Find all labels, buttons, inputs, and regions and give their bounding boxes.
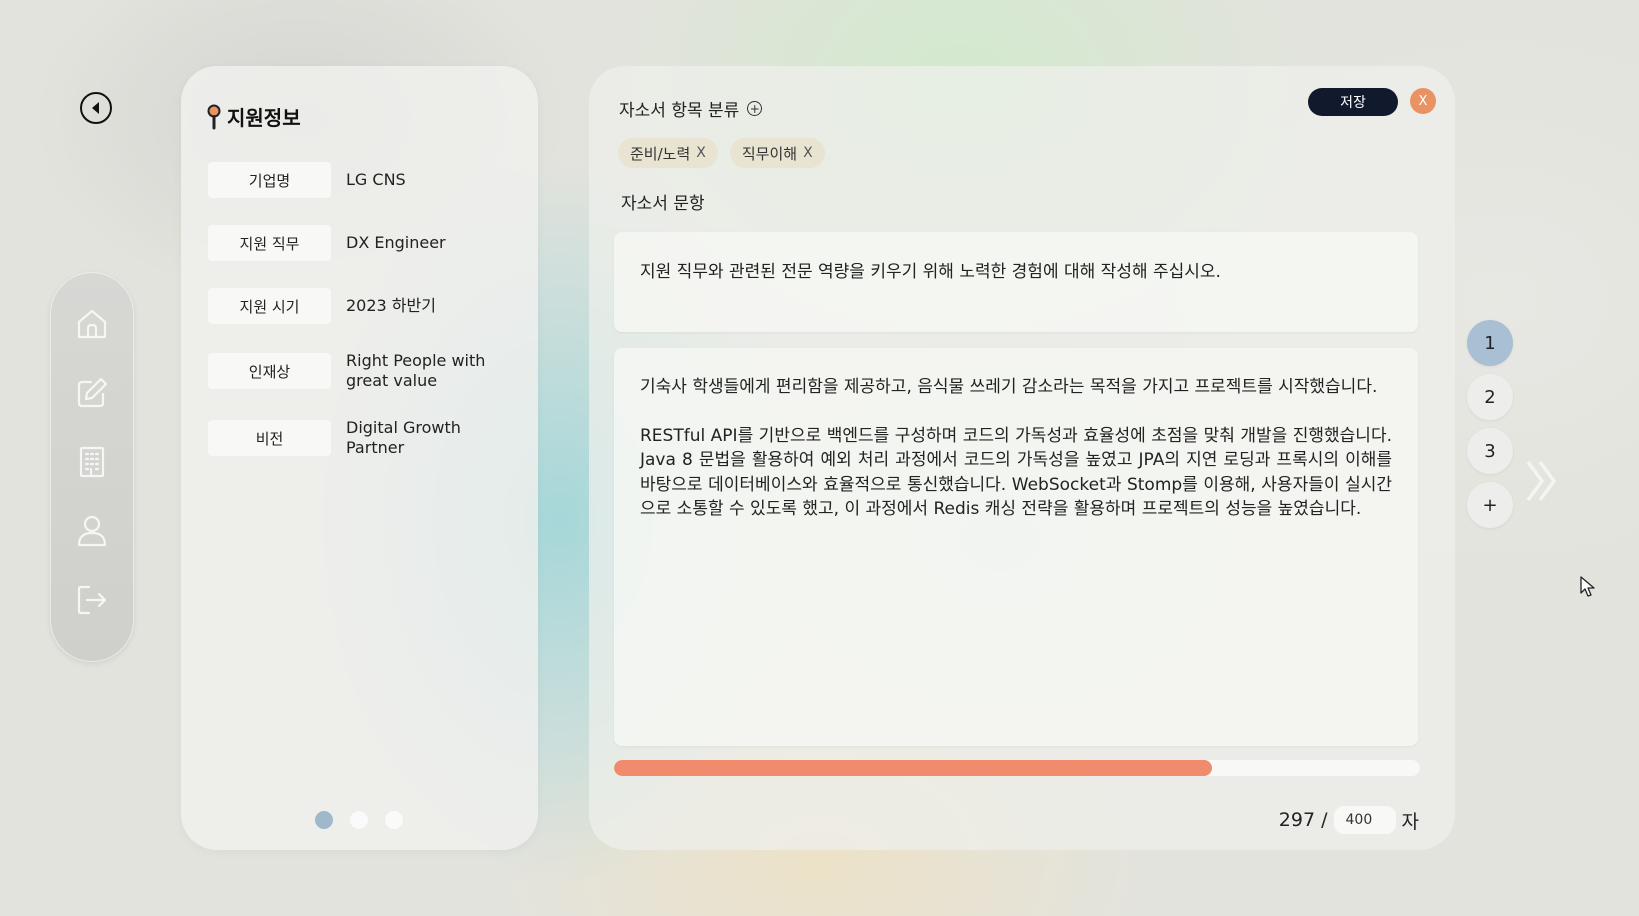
pin-icon	[207, 104, 221, 129]
answer-paragraph: 기숙사 학생들에게 편리함을 제공하고, 음식물 쓰레기 감소라는 목적을 가지…	[640, 377, 1378, 397]
category-tag: 준비/노력 X	[618, 138, 718, 168]
category-title-text: 자소서 항목 분류	[619, 101, 740, 121]
info-row-talent: 인재상 Right People with great value	[208, 351, 518, 391]
close-button[interactable]: X	[1410, 88, 1436, 114]
add-category-icon[interactable]: +	[747, 101, 763, 116]
carousel-dot[interactable]	[385, 811, 403, 829]
back-button[interactable]	[80, 92, 112, 124]
sidebar	[50, 272, 134, 662]
sidebar-item-profile[interactable]	[74, 513, 110, 549]
info-label: 지원 시기	[208, 288, 331, 324]
carousel-dot[interactable]	[315, 811, 333, 829]
char-limit-input[interactable]	[1333, 806, 1396, 834]
back-arrow-icon	[92, 102, 99, 114]
info-rows: 기업명 LG CNS 지원 직무 DX Engineer 지원 시기 2023 …	[208, 162, 518, 485]
sidebar-item-logout[interactable]	[74, 582, 110, 618]
carousel-dot[interactable]	[350, 811, 368, 829]
info-value: Digital Growth Partner	[346, 418, 461, 457]
info-row-period: 지원 시기 2023 하반기	[208, 288, 518, 324]
remove-tag-button[interactable]: X	[696, 145, 706, 161]
info-label: 비전	[208, 420, 331, 456]
info-label: 지원 직무	[208, 225, 331, 261]
save-button[interactable]: 저장	[1308, 88, 1398, 116]
page-button-2[interactable]: 2	[1467, 374, 1513, 420]
add-page-button[interactable]: +	[1467, 482, 1513, 528]
answer-paragraph: RESTful API를 기반으로 백엔드를 구성하며 코드의 가독성과 효율성…	[640, 425, 1392, 520]
info-value: Right People with great value	[346, 351, 486, 390]
info-title-text: 지원정보	[227, 106, 301, 130]
tag-label: 준비/노력	[630, 144, 691, 163]
mouse-cursor-icon	[1580, 576, 1595, 597]
question-page-nav: 1 2 3 +	[1467, 320, 1513, 528]
info-value: LG CNS	[346, 170, 406, 189]
category-tags: 준비/노력 X 직무이해 X	[618, 138, 825, 168]
answer-textarea[interactable]: 기숙사 학생들에게 편리함을 제공하고, 음식물 쓰레기 감소라는 목적을 가지…	[614, 348, 1418, 746]
char-progress-bar	[614, 760, 1420, 776]
carousel-dots	[315, 811, 403, 829]
question-label: 자소서 문항	[621, 194, 705, 214]
info-value: DX Engineer	[346, 233, 446, 252]
cover-letter-editor: 자소서 항목 분류 + 저장 X 준비/노력 X 직무이해 X 자소서 문항 지…	[589, 66, 1455, 850]
next-button[interactable]	[1524, 458, 1560, 504]
logout-icon	[77, 585, 107, 615]
user-icon	[77, 515, 107, 547]
page-button-3[interactable]: 3	[1467, 428, 1513, 474]
info-value: 2023 하반기	[346, 296, 436, 315]
char-unit: 자	[1401, 810, 1419, 833]
info-row-job: 지원 직무 DX Engineer	[208, 225, 518, 261]
page-button-1[interactable]: 1	[1467, 320, 1513, 366]
building-icon	[79, 446, 105, 478]
home-icon	[77, 309, 107, 339]
info-title: 지원정보	[207, 102, 301, 131]
remove-tag-button[interactable]: X	[803, 145, 813, 161]
sidebar-item-edit[interactable]	[74, 375, 110, 411]
category-title: 자소서 항목 분류 +	[619, 96, 763, 121]
sidebar-item-home[interactable]	[74, 306, 110, 342]
double-chevron-right-icon	[1526, 460, 1557, 502]
info-row-vision: 비전 Digital Growth Partner	[208, 418, 518, 458]
tag-label: 직무이해	[741, 144, 798, 163]
category-tag: 직무이해 X	[729, 138, 825, 168]
application-info-card: 지원정보 기업명 LG CNS 지원 직무 DX Engineer 지원 시기 …	[181, 66, 538, 850]
info-label: 기업명	[208, 162, 331, 198]
question-field[interactable]: 지원 직무와 관련된 전문 역량을 키우기 위해 노력한 경험에 대해 작성해 …	[614, 232, 1418, 332]
sidebar-item-building[interactable]	[74, 444, 110, 480]
char-progress-fill	[614, 760, 1213, 776]
char-count: 297 /	[1278, 809, 1328, 831]
info-row-company: 기업명 LG CNS	[208, 162, 518, 198]
char-counter: 297 / 자	[589, 806, 1419, 834]
edit-icon	[77, 377, 108, 408]
info-label: 인재상	[208, 353, 331, 389]
